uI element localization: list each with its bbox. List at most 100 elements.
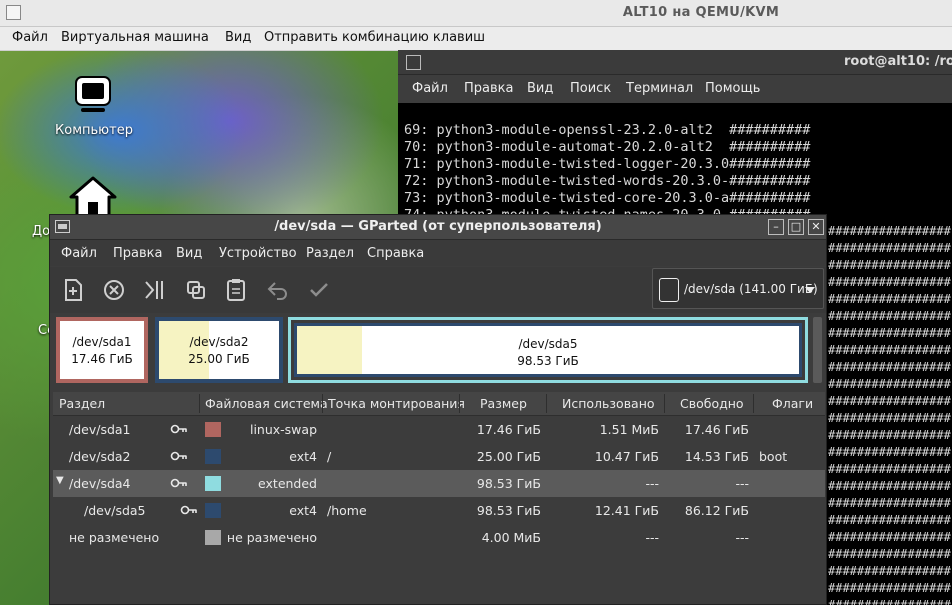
gparted-titlebar: /dev/sda — GParted (от суперпользователя… [50,215,826,240]
terminal-window-icon [406,55,421,70]
gparted-menu-partition[interactable]: Раздел [306,246,354,261]
close-icon[interactable]: ✕ [808,219,824,235]
partition-block-size: 25.00 ГиБ [188,352,250,366]
column-header-size[interactable]: Размер [480,396,527,411]
terminal-menu-terminal[interactable]: Терминал [626,81,693,96]
filesystem-color-swatch [205,530,221,545]
partition-block-sda2[interactable]: /dev/sda2 25.00 ГиБ [155,317,283,383]
terminal-line: 73: python3-module-twisted-core-20.3.0-a… [404,190,811,206]
partition-table: Раздел Файловая система Точка монтирован… [53,392,825,604]
terminal-menu-help[interactable]: Помощь [705,81,760,96]
gparted-window: /dev/sda — GParted (от суперпользователя… [49,214,827,605]
table-row[interactable]: ▼ /dev/sda4 extended 98.53 ГиБ --- --- [53,470,825,497]
cell-used: 10.47 ГиБ [594,449,659,464]
gparted-menu-edit[interactable]: Правка [113,246,162,261]
gparted-menubar: Файл Правка Вид Устройство Раздел Справк… [50,240,826,266]
cell-size: 98.53 ГиБ [476,503,541,518]
usage-fill [159,321,210,379]
terminal-menu-view[interactable]: Вид [527,81,553,96]
column-header-used[interactable]: Использовано [562,396,655,411]
new-partition-icon[interactable] [60,277,86,303]
apply-icon[interactable] [306,277,332,303]
cell-filesystem: ext4 [289,503,317,518]
column-header-flags[interactable]: Флаги [772,396,813,411]
column-header-filesystem[interactable]: Файловая система [205,396,328,411]
qemu-menu-view[interactable]: Вид [225,30,251,45]
home-folder-icon[interactable] [68,175,118,219]
table-row[interactable]: /dev/sda5 ext4/home 98.53 ГиБ 12.41 ГиБ 86.1… [53,497,825,524]
cell-free: 17.46 ГиБ [684,422,749,437]
terminal-progress-hashes: ########################################… [828,224,951,605]
terminal-menu-search[interactable]: Поиск [570,81,611,96]
column-header-free[interactable]: Свободно [680,396,744,411]
cell-partition: /dev/sda4 [69,476,131,491]
gparted-menu-view[interactable]: Вид [176,246,202,261]
gparted-menu-help[interactable]: Справка [367,246,424,261]
cell-mountpoint: / [327,449,332,464]
terminal-menu-edit[interactable]: Правка [464,81,513,96]
cell-filesystem: не размечено [226,530,317,545]
cell-free: --- [735,530,749,545]
copy-icon[interactable] [183,277,209,303]
partition-block-extended[interactable]: /dev/sda5 98.53 ГиБ [288,317,808,383]
partition-map: /dev/sda1 17.46 ГиБ /dev/sda2 25.00 ГиБ … [53,314,823,390]
terminal-menubar: Файл Правка Вид Поиск Терминал Помощь [398,75,952,103]
undo-icon[interactable] [265,277,291,303]
cell-mountpoint: /home [327,503,367,518]
key-icon [180,505,197,515]
cell-partition: /dev/sda2 [69,449,131,464]
partition-block-sda5[interactable]: /dev/sda5 98.53 ГиБ [294,323,802,377]
qemu-window-title: ALT10 на QEMU/KVM [622,5,780,20]
resize-move-icon[interactable] [141,277,167,303]
delete-icon[interactable] [101,277,127,303]
qemu-menubar: Файл Виртуальная машина Вид Отправить ко… [0,27,952,51]
terminal-title: root@alt10: /roo [844,54,952,69]
cell-size: 25.00 ГиБ [476,449,541,464]
expander-triangle-icon[interactable]: ▼ [56,475,64,486]
table-row[interactable]: /dev/sda2 ext4 / 25.00 ГиБ 10.47 ГиБ 14.53 Ги… [53,443,825,470]
partition-block-size: 17.46 ГиБ [71,352,133,366]
device-selector[interactable]: /dev/sda (141.00 ГиБ) [652,268,824,309]
partition-block-sda1[interactable]: /dev/sda1 17.46 ГиБ [56,317,148,383]
cell-free: 86.12 ГиБ [684,503,749,518]
cell-free: 14.53 ГиБ [684,449,749,464]
table-row[interactable]: /dev/sda1 linux-swap 17.46 ГиБ 1.51 МиБ 17.4… [53,416,825,443]
filesystem-color-swatch [205,503,221,518]
maximize-icon[interactable]: □ [788,219,804,235]
computer-icon[interactable] [73,75,113,115]
partition-block-label: /dev/sda1 [72,335,132,349]
cell-used: 1.51 МиБ [599,422,659,437]
cell-free: --- [735,476,749,491]
qemu-titlebar: ALT10 на QEMU/KVM [0,0,952,27]
partition-block-size: 98.53 ГиБ [517,354,579,368]
filesystem-color-swatch [205,449,221,464]
minimize-icon[interactable]: – [768,219,784,235]
cell-filesystem: linux-swap [249,422,317,437]
terminal-line: 72: python3-module-twisted-words-20.3.0-… [404,173,811,189]
cell-used: --- [645,476,659,491]
terminal-menu-file[interactable]: Файл [412,81,448,96]
gparted-menu-file[interactable]: Файл [61,246,97,261]
terminal-line: 71: python3-module-twisted-logger-20.3.0… [404,156,811,172]
column-header-partition[interactable]: Раздел [59,396,105,411]
gparted-menu-device[interactable]: Устройство [219,246,297,261]
disk-icon [659,278,679,302]
table-row[interactable]: не размечено не размечено 4.00 МиБ --- --- [53,524,825,551]
cell-size: 98.53 ГиБ [476,476,541,491]
cell-flags: boot [759,449,788,464]
partition-map-scrollbar[interactable] [813,317,822,383]
desktop-label-computer[interactable]: Компьютер [52,123,136,138]
cell-size: 17.46 ГиБ [476,422,541,437]
qemu-menu-send-keys[interactable]: Отправить комбинацию клавиш [264,30,485,45]
cell-partition: не размечено [69,530,160,545]
desktop-label-home[interactable]: До [32,224,50,239]
paste-icon[interactable] [223,277,249,303]
cell-used: 12.41 ГиБ [594,503,659,518]
cell-partition: /dev/sda5 [84,503,146,518]
qemu-menu-vm[interactable]: Виртуальная машина [61,30,209,45]
cell-partition: /dev/sda1 [69,422,131,437]
qemu-menu-file[interactable]: Файл [12,30,48,45]
table-header: Раздел Файловая система Точка монтирован… [53,392,825,416]
gparted-title: /dev/sda — GParted (от суперпользователя… [274,219,602,234]
column-header-mountpoint[interactable]: Точка монтирования [328,396,465,411]
